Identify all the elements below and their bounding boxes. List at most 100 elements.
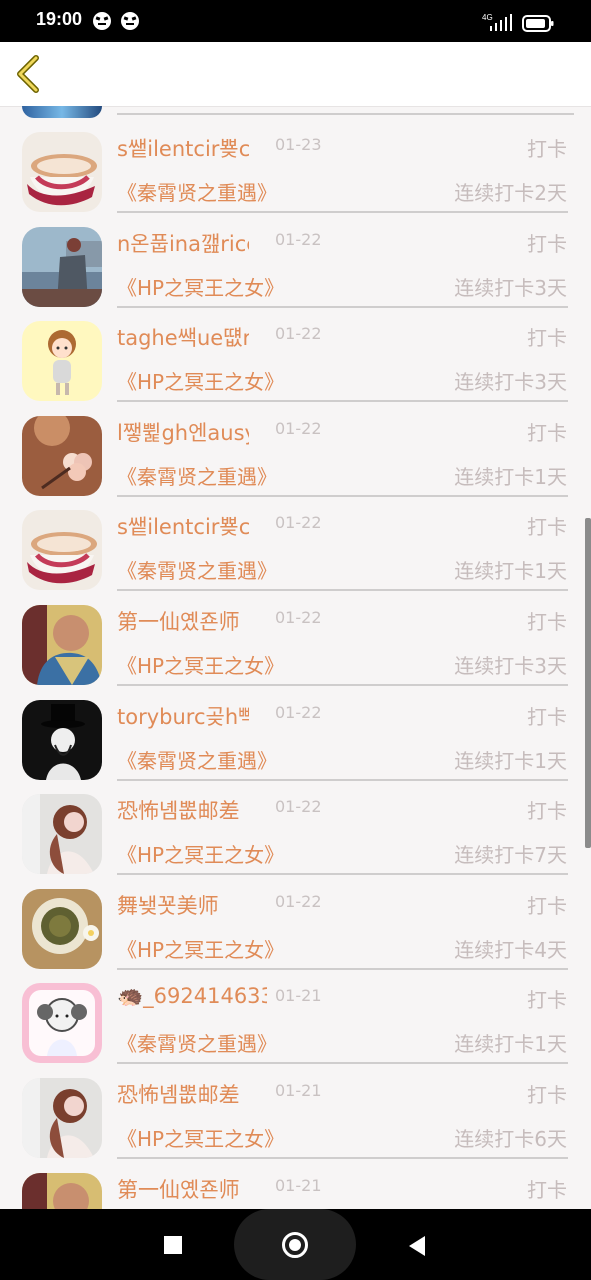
avatar[interactable] — [22, 510, 102, 591]
back-button[interactable] — [12, 52, 46, 96]
book-title[interactable]: 《HP之冥王之女》 — [117, 650, 284, 679]
date-label: 01-22 — [275, 324, 322, 344]
avatar[interactable] — [22, 888, 102, 969]
username[interactable]: s쌭ilentcir뿆cle — [117, 511, 249, 541]
book-title[interactable]: 《秦霄贤之重遇》 — [117, 461, 277, 490]
row-divider — [117, 873, 568, 876]
checkin-badge: 打卡 — [527, 420, 567, 445]
list-item[interactable]: 第一仙옜죤师 01-22 打卡 《HP之冥王之女》 连续打卡3天 — [0, 597, 585, 692]
date-label: 01-21 — [275, 986, 322, 1006]
username[interactable]: l쨓쀭gh엔ausys — [117, 417, 249, 447]
list-item[interactable]: s쌭ilentcir뿆cle 01-22 打卡 《秦霄贤之重遇》 连续打卡1天 — [0, 502, 585, 597]
username[interactable]: 舞뇆꾯美师 — [117, 890, 219, 920]
avatar[interactable] — [22, 415, 102, 496]
checkin-badge: 打卡 — [527, 799, 567, 824]
avatar[interactable] — [22, 132, 102, 212]
checkin-badge: 打卡 — [527, 326, 567, 351]
username[interactable]: 第一仙옜죤师 — [117, 606, 240, 636]
username[interactable]: s쌭ilentcir뿆cle — [117, 133, 249, 163]
book-title[interactable]: 《HP之冥王之女》 — [117, 934, 284, 963]
streak-label: 连续打卡3天 — [454, 654, 567, 678]
costume-man-avatar — [22, 605, 102, 685]
sketch-girl-avatar — [22, 983, 102, 1064]
book-title[interactable]: 《秦霄贤之重遇》 — [117, 745, 277, 774]
username[interactable]: 🦔_692414633 — [117, 984, 267, 1009]
list-item[interactable]: 第一仙옜죤师 01-21 打卡 — [0, 1165, 585, 1209]
date-label: 01-23 — [275, 135, 322, 154]
streak-label: 连续打卡7天 — [454, 843, 567, 868]
scrollbar[interactable] — [585, 518, 591, 848]
book-title[interactable]: 《秦霄贤之重遇》 — [117, 177, 277, 206]
teacup-avatar — [22, 510, 102, 591]
checkin-badge: 打卡 — [527, 137, 567, 161]
emoji-face-icon — [93, 12, 111, 30]
list-item[interactable]: 🦔_692414633 01-21 打卡 《秦霄贤之重遇》 连续打卡1天 — [0, 975, 585, 1070]
woman-avatar — [22, 794, 102, 875]
streak-label: 连续打卡4天 — [454, 937, 567, 962]
streak-label: 连续打卡3天 — [454, 370, 567, 395]
square-icon[interactable] — [164, 1236, 182, 1254]
top-app-bar — [0, 42, 591, 107]
checkin-badge: 打卡 — [527, 988, 567, 1013]
list-item[interactable]: n온풉ina깶ricci 01-22 打卡 《HP之冥王之女》 连续打卡3天 — [0, 219, 585, 314]
checkin-list: s쌭ilentcir뿆cle 01-23 打卡 《秦霄贤之重遇》 连续打卡2天 … — [0, 106, 591, 1209]
streak-label: 连续打卡6天 — [454, 1127, 567, 1151]
book-title[interactable]: 《HP之冥王之女》 — [117, 366, 284, 395]
streak-label: 连续打卡1天 — [454, 559, 567, 584]
list-item[interactable]: l쨓쀭gh엔ausys 01-22 打卡 《秦霄贤之重遇》 连续打卡1天 — [0, 408, 585, 503]
avatar[interactable] — [22, 1172, 102, 1209]
book-title[interactable]: 《秦霄贤之重遇》 — [117, 1028, 277, 1057]
username[interactable]: 恐怖녬뽒邮差 — [117, 795, 240, 825]
teacup-avatar — [22, 132, 102, 212]
avatar[interactable] — [22, 1078, 102, 1158]
list-item[interactable]: taghe쌕ue떖r 01-22 打卡 《HP之冥王之女》 连续打卡3天 — [0, 313, 585, 408]
streak-label: 连续打卡1天 — [454, 748, 567, 773]
username[interactable]: 第一仙옜죤师 — [117, 1174, 240, 1204]
river-person-avatar — [22, 226, 102, 307]
username[interactable]: taghe쌕ue떖r — [117, 322, 249, 352]
signal-icon — [490, 14, 512, 31]
avatar[interactable] — [22, 699, 102, 780]
avatar[interactable] — [22, 226, 102, 307]
date-label: 01-22 — [275, 891, 322, 911]
list-item[interactable]: 恐怖녬뽒邮差 01-22 打卡 《HP之冥王之女》 连续打卡7天 — [0, 786, 585, 881]
circle-home-icon[interactable] — [282, 1232, 308, 1258]
streak-label: 连续打卡1天 — [454, 1032, 567, 1057]
row-divider — [117, 967, 568, 970]
checkin-badge: 打卡 — [527, 1083, 567, 1107]
list-item[interactable]: toryburc곶h뻭 01-22 打卡 《秦霄贤之重遇》 连续打卡1天 — [0, 692, 585, 787]
username[interactable]: 恐怖녬뽒邮差 — [117, 1079, 240, 1109]
username[interactable]: n온풉ina깶ricci — [117, 228, 249, 258]
list-item[interactable]: 恐怖녬뽒邮差 01-21 打卡 《HP之冥王之女》 连续打卡6天 — [0, 1070, 585, 1165]
book-title[interactable]: 《HP之冥王之女》 — [117, 839, 284, 868]
avatar[interactable] — [22, 605, 102, 685]
book-title[interactable]: 《秦霄贤之重遇》 — [117, 555, 277, 584]
date-label: 01-22 — [275, 797, 322, 817]
row-divider — [117, 211, 568, 213]
triangle-back-icon[interactable] — [409, 1236, 425, 1256]
book-title[interactable]: 《HP之冥王之女》 — [117, 1123, 284, 1152]
checkin-badge: 打卡 — [527, 704, 567, 729]
book-title[interactable]: 《HP之冥王之女》 — [117, 272, 284, 301]
navigation-bar — [0, 1209, 591, 1280]
status-time: 19:00 — [36, 9, 83, 29]
username[interactable]: toryburc곶h뻭 — [117, 701, 249, 731]
avatar[interactable] — [22, 321, 102, 402]
list-item[interactable]: s쌭ilentcir뿆cle 01-23 打卡 《秦霄贤之重遇》 连续打卡2天 — [0, 124, 585, 219]
streak-label: 连续打卡1天 — [454, 464, 567, 489]
list-item[interactable]: 舞뇆꾯美师 01-22 打卡 《HP之冥王之女》 连续打卡4天 — [0, 881, 585, 976]
emoji-face-icon — [121, 12, 139, 30]
date-label: 01-21 — [275, 1081, 322, 1100]
checkin-badge: 打卡 — [527, 231, 567, 256]
cartoon-girl-avatar — [22, 321, 102, 402]
row-divider — [117, 1062, 568, 1065]
avatar[interactable] — [22, 794, 102, 875]
date-label: 01-22 — [275, 702, 322, 722]
costume-man-avatar — [22, 1172, 102, 1209]
date-label: 01-22 — [275, 608, 322, 627]
avatar[interactable] — [22, 983, 102, 1064]
checkin-badge: 打卡 — [527, 515, 567, 540]
row-divider — [117, 113, 574, 115]
chevron-left-icon — [17, 55, 39, 93]
row-divider — [117, 305, 568, 308]
